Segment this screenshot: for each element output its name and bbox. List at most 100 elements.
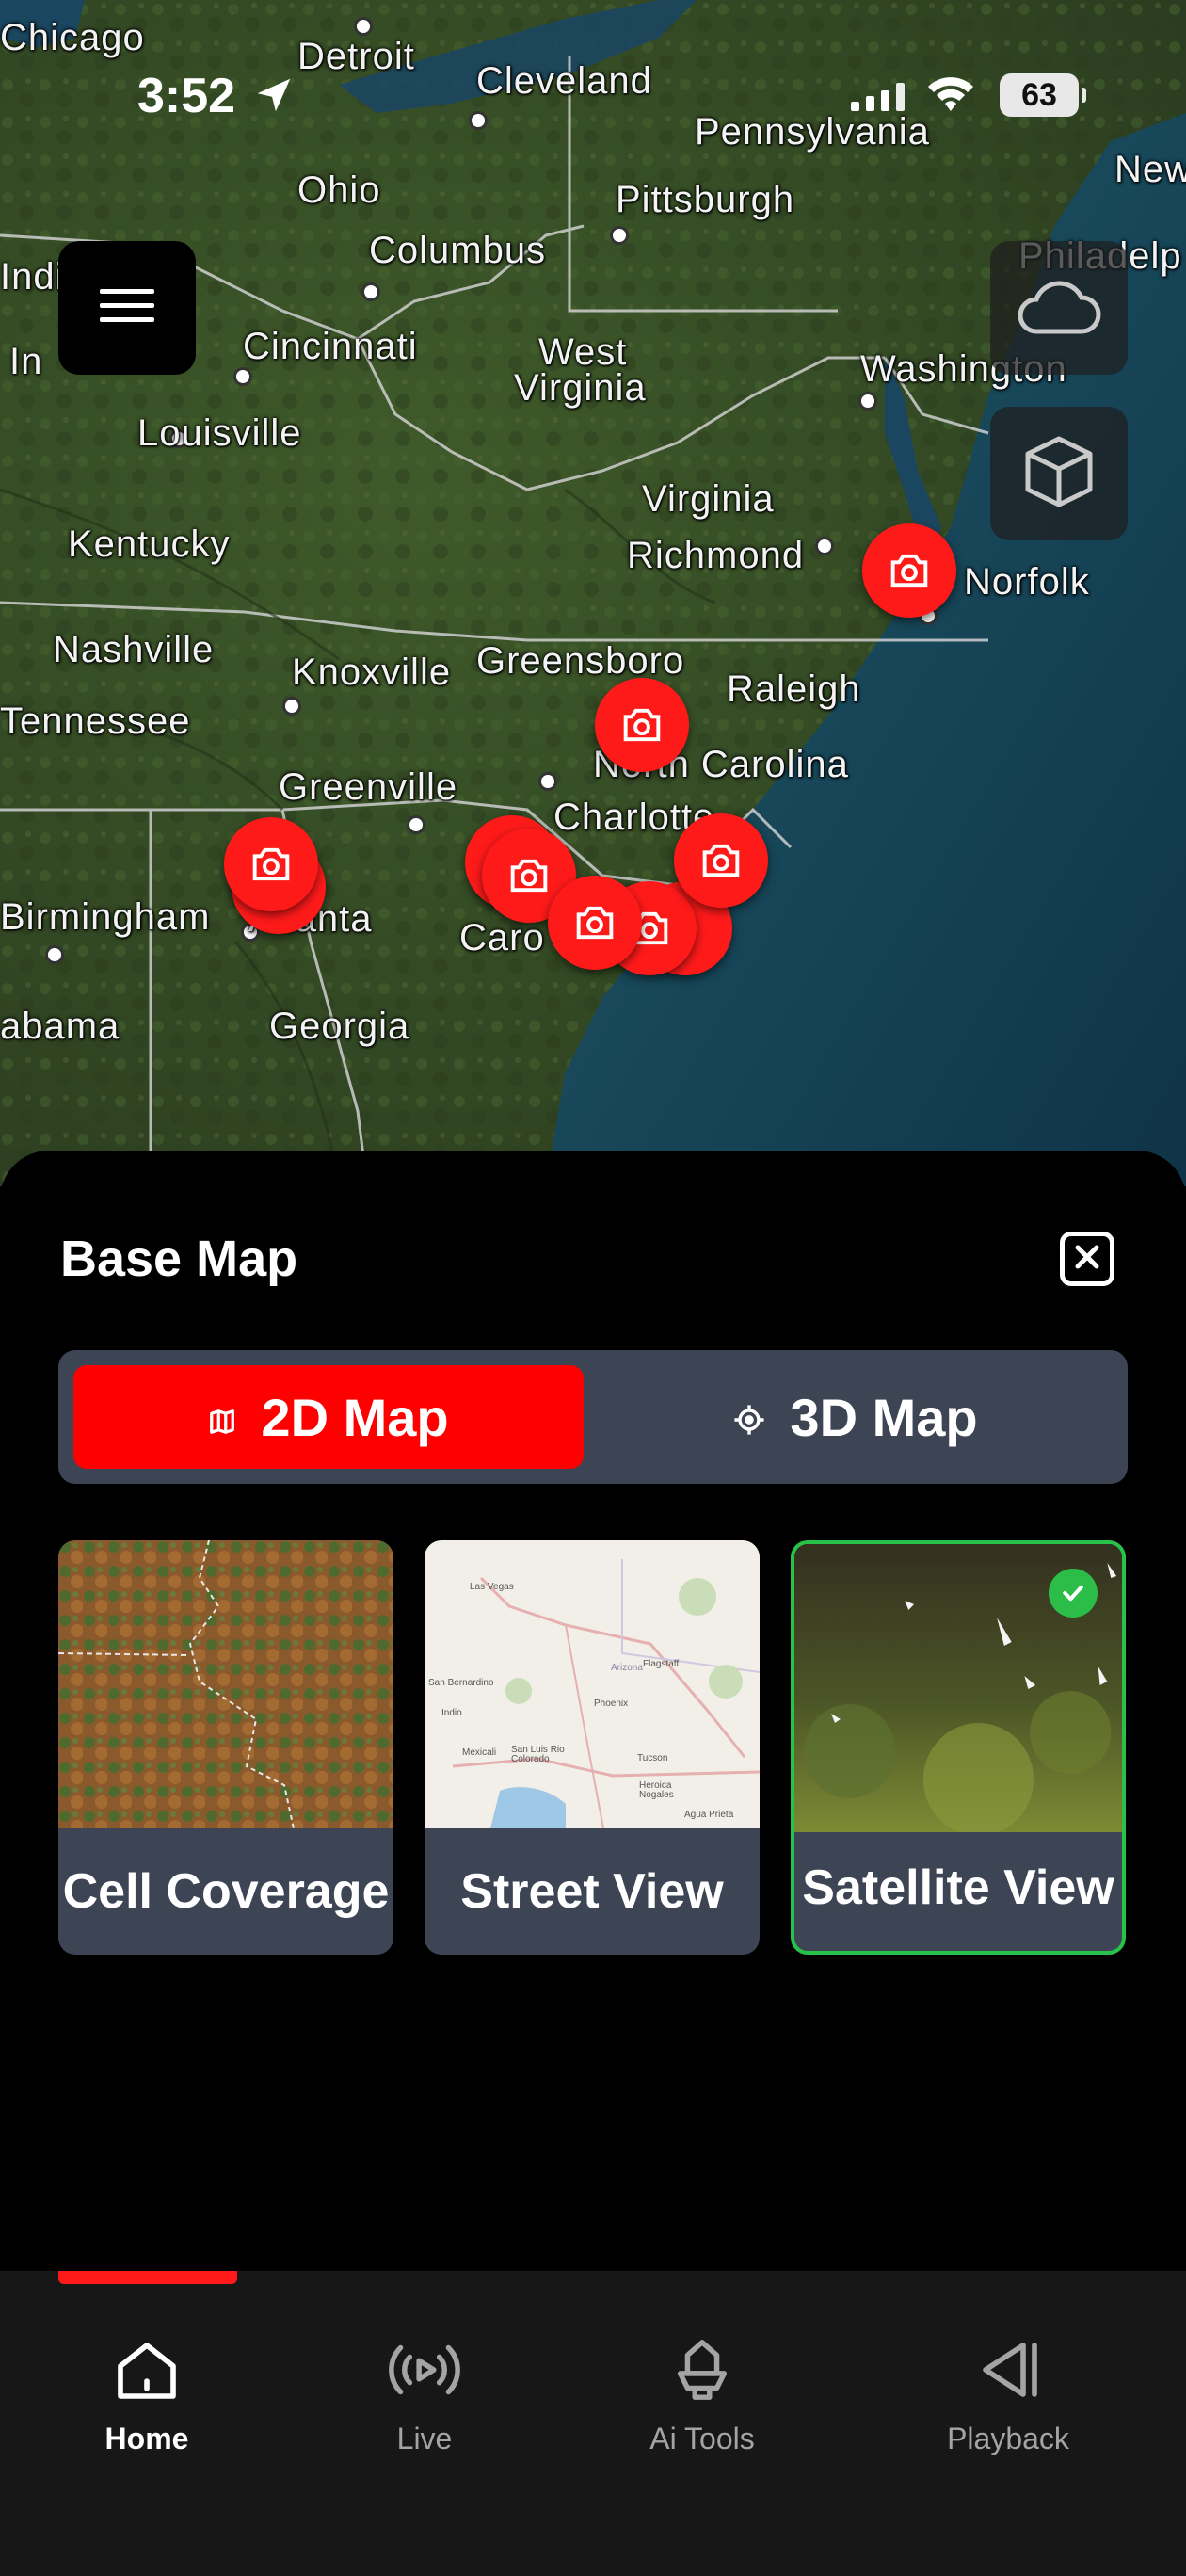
map-label: New bbox=[1114, 149, 1186, 190]
map-label: Pennsylvania bbox=[695, 111, 930, 153]
map-label: Louisville bbox=[137, 412, 302, 454]
thumb-label: Las Vegas bbox=[470, 1582, 514, 1592]
thumb-label: Indio bbox=[441, 1708, 462, 1718]
street-thumb-labels: Las Vegas Flagstaff San Bernardino Phoen… bbox=[425, 1540, 760, 1828]
street-view-card[interactable]: Las Vegas Flagstaff San Bernardino Phoen… bbox=[425, 1540, 760, 1955]
map-label: Kentucky bbox=[68, 523, 231, 565]
2d-map-option[interactable]: 2D Map bbox=[73, 1365, 584, 1469]
thumb-label: San Bernardino bbox=[428, 1678, 494, 1688]
camera-icon bbox=[885, 546, 934, 595]
wifi-icon bbox=[924, 72, 977, 118]
weather-layer-button[interactable] bbox=[990, 241, 1128, 375]
map-label: Ohio bbox=[297, 169, 381, 211]
map-label: Cincinnati bbox=[243, 326, 418, 367]
home-icon bbox=[43, 2327, 250, 2412]
cell-coverage-thumbnail bbox=[58, 1540, 393, 1828]
close-icon bbox=[1072, 1242, 1102, 1277]
thumb-label: Arizona bbox=[611, 1663, 643, 1673]
map-label: Greenville bbox=[279, 766, 458, 808]
map-icon bbox=[208, 1387, 236, 1448]
thumb-label: Tucson bbox=[637, 1753, 668, 1763]
map-label: Tennessee bbox=[0, 700, 191, 742]
city-dot bbox=[282, 697, 301, 716]
tab-live-label: Live bbox=[396, 2422, 453, 2455]
2d-map-label: 2D Map bbox=[261, 1387, 449, 1447]
city-dot bbox=[815, 537, 834, 555]
city-dot bbox=[610, 226, 629, 245]
sheet-title: Base Map bbox=[60, 1231, 298, 1287]
ai-tools-icon bbox=[599, 2327, 806, 2412]
battery-icon: 63 bbox=[1000, 73, 1086, 117]
city-dot bbox=[361, 282, 380, 301]
camera-icon bbox=[505, 851, 553, 900]
map-label: Cleveland bbox=[476, 60, 652, 102]
tab-home[interactable]: Home bbox=[43, 2327, 250, 2469]
satellite-view-card[interactable]: Satellite View bbox=[791, 1540, 1126, 1955]
map-marker[interactable] bbox=[862, 523, 956, 618]
camera-icon bbox=[617, 700, 666, 749]
tab-ai-tools-label: Ai Tools bbox=[649, 2422, 755, 2455]
map-marker[interactable] bbox=[674, 813, 768, 908]
3d-map-label: 3D Map bbox=[790, 1387, 978, 1447]
menu-button[interactable] bbox=[58, 241, 196, 375]
close-button[interactable] bbox=[1060, 1232, 1114, 1286]
satellite-view-label: Satellite View bbox=[802, 1860, 1114, 1915]
map-label: abama bbox=[0, 1006, 120, 1047]
map-mode-toggle: 2D Map 3D Map bbox=[58, 1350, 1128, 1484]
cell-coverage-label: Cell Coverage bbox=[62, 1864, 390, 1919]
map-view[interactable]: Chicago Detroit Cleveland Pennsylvania N… bbox=[0, 0, 1186, 1186]
map-label: Detroit bbox=[297, 36, 415, 77]
base-map-sheet: Base Map 2D Map 3D Map Cell Coverage Las… bbox=[0, 1151, 1186, 2271]
thumb-label: San Luis Rio Colorado bbox=[511, 1745, 565, 1764]
map-label: Greensboro bbox=[476, 640, 685, 682]
city-dot bbox=[354, 17, 373, 36]
tab-playback[interactable]: Playback bbox=[905, 2327, 1112, 2469]
city-dot bbox=[407, 815, 425, 834]
signal-icon bbox=[851, 83, 909, 116]
thumb-label: Mexicali bbox=[462, 1747, 497, 1758]
city-dot bbox=[858, 392, 877, 411]
3d-map-option[interactable]: 3D Map bbox=[599, 1365, 1113, 1469]
map-label: Raleigh bbox=[727, 668, 861, 710]
crosshair-icon bbox=[733, 1387, 765, 1448]
map-label: Norfolk bbox=[964, 561, 1090, 603]
active-tab-indicator bbox=[58, 2271, 237, 2284]
map-marker[interactable] bbox=[548, 876, 642, 970]
map-label: Knoxville bbox=[292, 652, 452, 693]
map-label: Indi bbox=[0, 256, 65, 298]
camera-icon bbox=[570, 898, 619, 947]
cell-coverage-card[interactable]: Cell Coverage bbox=[58, 1540, 393, 1955]
tab-live[interactable]: Live bbox=[321, 2327, 528, 2469]
map-label: Columbus bbox=[369, 230, 547, 271]
map-label: Caro bbox=[459, 917, 545, 958]
map-label: Richmond bbox=[627, 535, 805, 576]
tab-home-label: Home bbox=[104, 2422, 189, 2455]
city-dot bbox=[469, 111, 488, 130]
thumb-label: Flagstaff bbox=[643, 1659, 680, 1669]
tab-bar: Home Live Ai Tools Playback bbox=[0, 2271, 1186, 2576]
map-label: Virginia bbox=[514, 367, 647, 409]
city-dot bbox=[45, 945, 64, 964]
playback-icon bbox=[905, 2327, 1112, 2412]
map-label: Georgia bbox=[269, 1006, 410, 1047]
map-label: Birmingham bbox=[0, 896, 211, 938]
thumb-label: Phoenix bbox=[594, 1699, 629, 1709]
cube-icon bbox=[1020, 433, 1098, 515]
thumb-label: Agua Prieta bbox=[684, 1810, 734, 1820]
camera-icon bbox=[697, 836, 745, 885]
city-dot bbox=[538, 772, 557, 791]
map-marker[interactable] bbox=[595, 678, 689, 772]
map-marker[interactable] bbox=[224, 817, 318, 911]
location-arrow-icon bbox=[252, 73, 296, 121]
live-broadcast-icon bbox=[321, 2327, 528, 2412]
map-label: Nashville bbox=[53, 629, 215, 670]
tab-ai-tools[interactable]: Ai Tools bbox=[599, 2327, 806, 2469]
thumb-label: Heroica Nogales bbox=[639, 1780, 674, 1800]
selected-check-icon bbox=[1049, 1569, 1098, 1618]
map-label: In bbox=[9, 341, 43, 382]
3d-view-button[interactable] bbox=[990, 407, 1128, 540]
map-label: Virginia bbox=[642, 478, 775, 520]
map-label: Pittsburgh bbox=[616, 179, 795, 220]
city-dot bbox=[233, 367, 252, 386]
hamburger-menu-icon bbox=[100, 287, 154, 330]
